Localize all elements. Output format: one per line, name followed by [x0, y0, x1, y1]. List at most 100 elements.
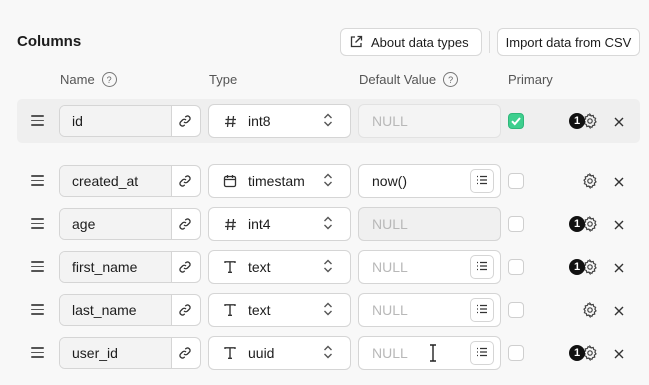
default-value-menu-button[interactable]	[470, 298, 494, 322]
default-value-field[interactable]: NULL	[358, 293, 501, 327]
column-type-select[interactable]: text	[208, 250, 351, 284]
primary-key-checkbox[interactable]	[508, 302, 524, 318]
type-header-label: Type	[209, 72, 238, 87]
gear-icon[interactable]	[582, 301, 598, 319]
column-type-select[interactable]: timestam	[208, 164, 351, 198]
external-link-icon	[350, 35, 363, 48]
drag-handle-icon[interactable]	[31, 347, 44, 360]
column-name-input[interactable]: user_id	[60, 338, 172, 368]
column-type-label: timestam	[248, 173, 305, 189]
header-divider	[489, 31, 490, 53]
name-column-header: Name ?	[60, 72, 117, 87]
link-icon[interactable]	[178, 346, 192, 360]
name-help-icon[interactable]: ?	[101, 72, 117, 87]
import-csv-label: Import data from CSV	[505, 34, 632, 50]
column-name-field[interactable]: last_name	[59, 294, 201, 326]
default-value-field[interactable]: NULL	[358, 250, 501, 284]
column-name-field[interactable]: user_id	[59, 337, 201, 369]
default-value-input[interactable]: now()	[372, 173, 407, 189]
hash-icon	[222, 218, 238, 231]
column-type-label: int4	[248, 216, 271, 232]
section-title: Columns	[17, 33, 82, 50]
about-data-types-label: About data types	[371, 34, 469, 50]
column-name-input[interactable]: created_at	[60, 166, 172, 196]
default-value-header-label: Default Value	[359, 72, 437, 87]
calendar-icon	[222, 174, 238, 188]
chevron-updown-icon	[322, 172, 334, 191]
column-row: age int4 NULL 1	[0, 202, 649, 246]
chevron-updown-icon	[322, 258, 334, 277]
primary-key-checkbox[interactable]	[508, 216, 524, 232]
default-value-input[interactable]: NULL	[372, 259, 408, 275]
about-data-types-button[interactable]: About data types	[340, 28, 482, 56]
notification-badge: 1	[569, 216, 585, 232]
close-icon[interactable]	[613, 261, 625, 273]
link-icon[interactable]	[178, 174, 192, 188]
column-name-input[interactable]: age	[60, 209, 172, 239]
close-icon[interactable]	[613, 218, 625, 230]
text-type-icon	[222, 346, 238, 360]
primary-key-checkbox[interactable]	[508, 259, 524, 275]
drag-handle-icon[interactable]	[31, 175, 44, 188]
column-type-select[interactable]: uuid	[208, 336, 351, 370]
import-csv-button[interactable]: Import data from CSV	[497, 28, 640, 56]
primary-key-checkbox[interactable]	[508, 113, 524, 129]
drag-handle-icon[interactable]	[31, 304, 44, 317]
close-icon[interactable]	[613, 175, 625, 187]
column-name-input[interactable]: first_name	[60, 252, 172, 282]
primary-key-checkbox[interactable]	[508, 173, 524, 189]
default-value-menu-button[interactable]	[470, 255, 494, 279]
column-row: last_name text NULL	[0, 288, 649, 332]
column-name-field[interactable]: created_at	[59, 165, 201, 197]
column-name-field[interactable]: id	[59, 105, 201, 137]
close-icon[interactable]	[613, 304, 625, 316]
list-icon	[476, 344, 488, 362]
column-name-input[interactable]: last_name	[60, 295, 172, 325]
primary-key-checkbox[interactable]	[508, 345, 524, 361]
link-icon[interactable]	[178, 303, 192, 317]
check-icon	[509, 115, 523, 132]
link-icon[interactable]	[178, 260, 192, 274]
notification-badge: 1	[569, 259, 585, 275]
column-name-field[interactable]: first_name	[59, 251, 201, 283]
notification-badge: 1	[569, 345, 585, 361]
drag-handle-icon[interactable]	[31, 261, 44, 274]
column-type-select[interactable]: int8	[208, 104, 351, 138]
chevron-updown-icon	[322, 344, 334, 363]
link-icon[interactable]	[178, 114, 192, 128]
text-type-icon	[222, 260, 238, 274]
chevron-updown-icon	[322, 301, 334, 320]
chevron-updown-icon	[322, 215, 334, 234]
column-name-field[interactable]: age	[59, 208, 201, 240]
column-type-select[interactable]: int4	[208, 207, 351, 241]
gear-icon[interactable]	[582, 172, 598, 190]
column-row: first_name text NULL 1	[0, 245, 649, 289]
column-row: id int8 NULL 1	[17, 99, 640, 143]
default-value-input[interactable]: NULL	[372, 216, 408, 232]
default-value-input[interactable]: NULL	[372, 345, 408, 361]
primary-header-label: Primary	[508, 72, 553, 87]
default-value-field[interactable]: now()	[358, 164, 501, 198]
default-value-menu-button[interactable]	[470, 169, 494, 193]
column-type-label: int8	[248, 113, 271, 129]
drag-handle-icon[interactable]	[31, 115, 44, 128]
default-value-help-icon[interactable]: ?	[443, 72, 459, 87]
column-name-input[interactable]: id	[60, 106, 172, 136]
column-type-label: text	[248, 302, 271, 318]
close-icon[interactable]	[613, 115, 625, 127]
hash-icon	[222, 115, 238, 128]
column-type-select[interactable]: text	[208, 293, 351, 327]
drag-handle-icon[interactable]	[31, 218, 44, 231]
close-icon[interactable]	[613, 347, 625, 359]
default-value-input[interactable]: NULL	[372, 113, 408, 129]
list-icon	[476, 172, 488, 190]
default-value-input[interactable]: NULL	[372, 302, 408, 318]
notification-badge: 1	[569, 113, 585, 129]
default-value-field[interactable]: NULL	[358, 207, 501, 241]
list-icon	[476, 258, 488, 276]
primary-column-header: Primary	[508, 72, 553, 87]
default-value-field[interactable]: NULL	[358, 104, 501, 138]
text-cursor-icon	[430, 344, 436, 362]
default-value-menu-button[interactable]	[470, 341, 494, 365]
link-icon[interactable]	[178, 217, 192, 231]
